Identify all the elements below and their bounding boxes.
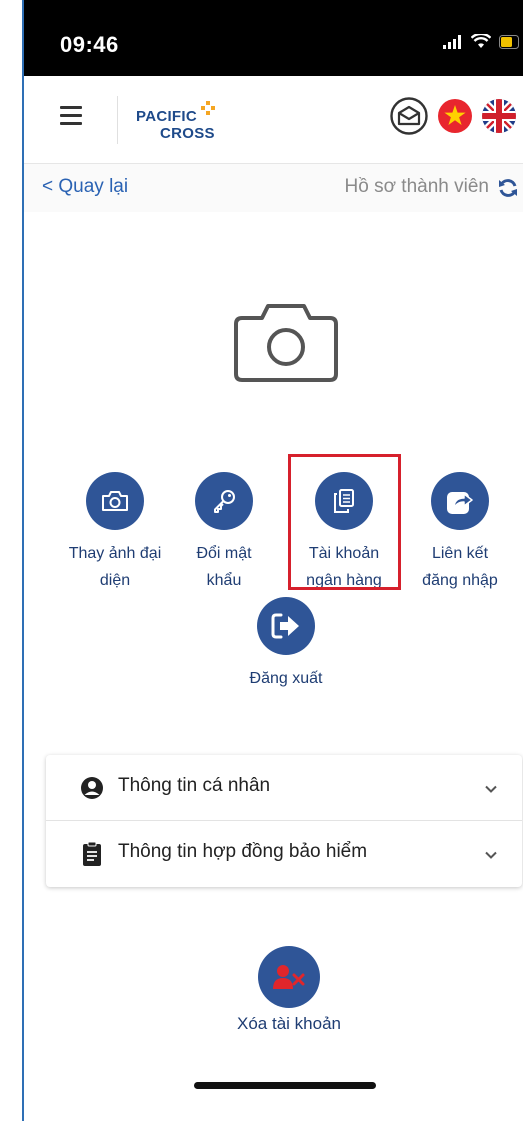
link-login-label-2: đăng nhập bbox=[422, 572, 498, 589]
status-icons bbox=[443, 34, 519, 49]
logo-cross-icon bbox=[201, 101, 215, 115]
home-indicator[interactable] bbox=[194, 1082, 376, 1089]
battery-icon bbox=[499, 34, 519, 49]
user-remove-icon bbox=[258, 946, 320, 1008]
camera-icon bbox=[86, 472, 144, 530]
highlight-box bbox=[288, 454, 401, 590]
accordion-contract-info-label: Thông tin hợp đồng bảo hiểm bbox=[118, 841, 368, 862]
status-time: 09:46 bbox=[60, 32, 119, 57]
user-circle-icon bbox=[81, 777, 103, 799]
share-icon bbox=[431, 472, 489, 530]
back-link[interactable]: < Quay lại bbox=[42, 176, 128, 198]
accordion-personal-info[interactable]: Thông tin cá nhân bbox=[46, 755, 522, 821]
sub-header: < Quay lại Hồ sơ thành viên bbox=[24, 164, 523, 212]
delete-account-button[interactable]: Xóa tài khoản bbox=[214, 946, 364, 1034]
logout-button[interactable]: Đăng xuất bbox=[231, 597, 341, 692]
logo-line1: PACIFIC bbox=[136, 108, 197, 125]
link-login-label-1: Liên kết bbox=[431, 545, 489, 562]
change-avatar-label-1: Thay ảnh đại bbox=[68, 545, 162, 562]
header-divider bbox=[117, 96, 118, 144]
accordion-contract-info[interactable]: Thông tin hợp đồng bảo hiểm bbox=[46, 821, 522, 887]
change-avatar-label-2: diện bbox=[99, 572, 131, 589]
signal-icon bbox=[443, 34, 461, 49]
page-title: Hồ sơ thành viên bbox=[344, 176, 490, 197]
info-accordion: Thông tin cá nhân Thông tin hợp đồng bảo… bbox=[46, 755, 522, 887]
pacific-cross-logo[interactable]: PACIFIC CROSS bbox=[136, 100, 236, 144]
clipboard-icon bbox=[83, 841, 101, 866]
header-actions bbox=[389, 96, 517, 136]
wifi-icon bbox=[471, 34, 491, 48]
vietnam-flag-icon[interactable] bbox=[437, 98, 473, 134]
chevron-down-icon bbox=[485, 851, 497, 859]
chevron-down-icon bbox=[485, 785, 497, 793]
change-password-button[interactable]: Đổi mật khẩu bbox=[169, 472, 279, 594]
logout-label: Đăng xuất bbox=[249, 670, 323, 687]
logout-icon bbox=[257, 597, 315, 655]
app-header: PACIFIC CROSS bbox=[24, 76, 523, 164]
change-avatar-button[interactable]: Thay ảnh đại diện bbox=[60, 472, 170, 594]
change-password-label-2: khẩu bbox=[206, 572, 242, 589]
mail-icon[interactable] bbox=[389, 96, 429, 136]
refresh-icon[interactable] bbox=[497, 177, 519, 199]
uk-flag-icon[interactable] bbox=[481, 98, 517, 134]
phone-screen: 09:46 PACIFIC CROSS < Quay lại Hồ sơ thà… bbox=[24, 0, 523, 1121]
menu-icon[interactable] bbox=[60, 106, 82, 126]
avatar-camera-icon[interactable] bbox=[232, 302, 340, 384]
logo-line2: CROSS bbox=[160, 125, 215, 142]
delete-account-label: Xóa tài khoản bbox=[237, 1014, 341, 1033]
key-icon bbox=[195, 472, 253, 530]
change-password-label-1: Đổi mật bbox=[196, 545, 252, 562]
status-bar: 09:46 bbox=[24, 0, 523, 76]
accordion-personal-info-label: Thông tin cá nhân bbox=[118, 775, 271, 796]
link-login-button[interactable]: Liên kết đăng nhập bbox=[405, 472, 515, 594]
